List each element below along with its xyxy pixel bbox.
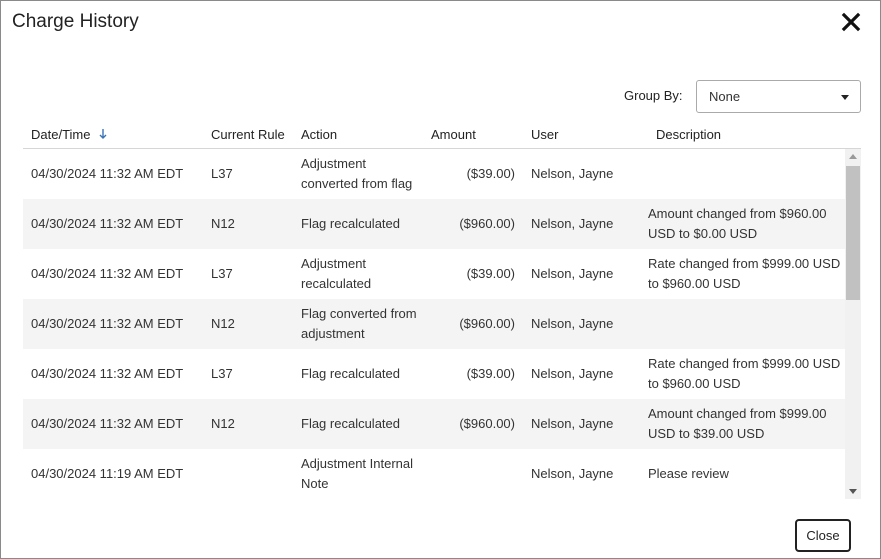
cell-description xyxy=(648,299,848,349)
table-row[interactable]: 04/30/2024 11:32 AM EDT L37 Flag recalcu… xyxy=(23,349,845,399)
cell-amount: ($960.00) xyxy=(459,316,515,331)
cell-date-time: 04/30/2024 11:19 AM EDT xyxy=(31,466,184,481)
group-by-label: Group By: xyxy=(624,88,683,103)
table-row[interactable]: 04/30/2024 11:32 AM EDT N12 Flag recalcu… xyxy=(23,399,845,449)
column-header-description[interactable]: Description xyxy=(656,127,721,142)
cell-date-time: 04/30/2024 11:32 AM EDT xyxy=(31,316,184,331)
scroll-down-arrow-icon[interactable] xyxy=(849,489,857,494)
column-header-amount[interactable]: Amount xyxy=(431,127,476,142)
cell-date-time: 04/30/2024 11:32 AM EDT xyxy=(31,216,184,231)
group-by-selected-value: None xyxy=(709,89,741,104)
cell-amount: ($39.00) xyxy=(466,366,515,381)
table-row[interactable]: 04/30/2024 11:32 AM EDT N12 Flag recalcu… xyxy=(23,199,845,249)
column-header-user[interactable]: User xyxy=(531,127,558,142)
cell-action: Flag recalculated xyxy=(301,216,400,231)
cell-action: Flag recalculated xyxy=(301,366,400,381)
cell-current-rule: L37 xyxy=(211,366,233,381)
dialog-title: Charge History xyxy=(12,11,139,32)
cell-description: Rate changed from $999.00 USD to $960.00… xyxy=(648,356,841,391)
cell-current-rule: N12 xyxy=(211,216,235,231)
scroll-up-arrow-icon[interactable] xyxy=(849,154,857,159)
cell-current-rule: L37 xyxy=(211,266,233,281)
cell-action: Flag recalculated xyxy=(301,416,400,431)
cell-action: Adjustment Internal Note xyxy=(301,456,414,491)
close-button[interactable]: Close xyxy=(795,519,851,552)
column-header-current-rule[interactable]: Current Rule xyxy=(211,127,285,142)
cell-user: Nelson, Jayne xyxy=(531,466,614,481)
cell-description xyxy=(648,149,848,199)
chevron-down-icon xyxy=(841,95,849,100)
cell-current-rule: N12 xyxy=(211,316,235,331)
cell-action: Adjustment converted from flag xyxy=(301,156,413,191)
cell-amount: ($960.00) xyxy=(459,216,515,231)
cell-amount xyxy=(421,449,515,499)
cell-user: Nelson, Jayne xyxy=(531,216,614,231)
cell-date-time: 04/30/2024 11:32 AM EDT xyxy=(31,416,184,431)
table-row[interactable]: 04/30/2024 11:32 AM EDT L37 Adjustment c… xyxy=(23,149,845,199)
close-icon[interactable] xyxy=(841,12,861,32)
table-scrollbar[interactable] xyxy=(845,149,861,499)
cell-date-time: 04/30/2024 11:32 AM EDT xyxy=(31,166,184,181)
group-by-select[interactable]: None xyxy=(696,80,861,113)
cell-amount: ($960.00) xyxy=(459,416,515,431)
column-header-action[interactable]: Action xyxy=(301,127,337,142)
cell-amount: ($39.00) xyxy=(466,166,515,181)
cell-user: Nelson, Jayne xyxy=(531,416,614,431)
column-header-date-time[interactable]: Date/Time xyxy=(31,127,108,142)
charge-history-dialog: Charge History Group By: None Date/Time … xyxy=(0,0,881,559)
cell-description: Amount changed from $960.00 USD to $0.00… xyxy=(648,206,827,241)
cell-description: Rate changed from $999.00 USD to $960.00… xyxy=(648,256,841,291)
cell-amount: ($39.00) xyxy=(466,266,515,281)
cell-current-rule: N12 xyxy=(211,416,235,431)
cell-user: Nelson, Jayne xyxy=(531,266,614,281)
cell-user: Nelson, Jayne xyxy=(531,316,614,331)
cell-action: Flag converted from adjustment xyxy=(301,306,417,341)
column-header-date-time-label: Date/Time xyxy=(31,127,91,142)
table-row[interactable]: 04/30/2024 11:19 AM EDT Adjustment Inter… xyxy=(23,449,845,499)
cell-action: Adjustment recalculated xyxy=(301,256,372,291)
sort-descending-arrow-icon xyxy=(98,128,108,140)
cell-current-rule: L37 xyxy=(211,166,233,181)
table-row[interactable]: 04/30/2024 11:32 AM EDT L37 Adjustment r… xyxy=(23,249,845,299)
cell-current-rule xyxy=(211,449,291,499)
cell-date-time: 04/30/2024 11:32 AM EDT xyxy=(31,366,184,381)
cell-description: Please review xyxy=(648,466,729,481)
cell-user: Nelson, Jayne xyxy=(531,166,614,181)
table-row[interactable]: 04/30/2024 11:32 AM EDT N12 Flag convert… xyxy=(23,299,845,349)
cell-user: Nelson, Jayne xyxy=(531,366,614,381)
table-header: Date/Time Current Rule Action Amount Use… xyxy=(23,119,861,149)
table-body: 04/30/2024 11:32 AM EDT L37 Adjustment c… xyxy=(23,149,861,499)
scrollbar-thumb[interactable] xyxy=(846,166,860,300)
cell-description: Amount changed from $999.00 USD to $39.0… xyxy=(648,406,827,441)
cell-date-time: 04/30/2024 11:32 AM EDT xyxy=(31,266,184,281)
